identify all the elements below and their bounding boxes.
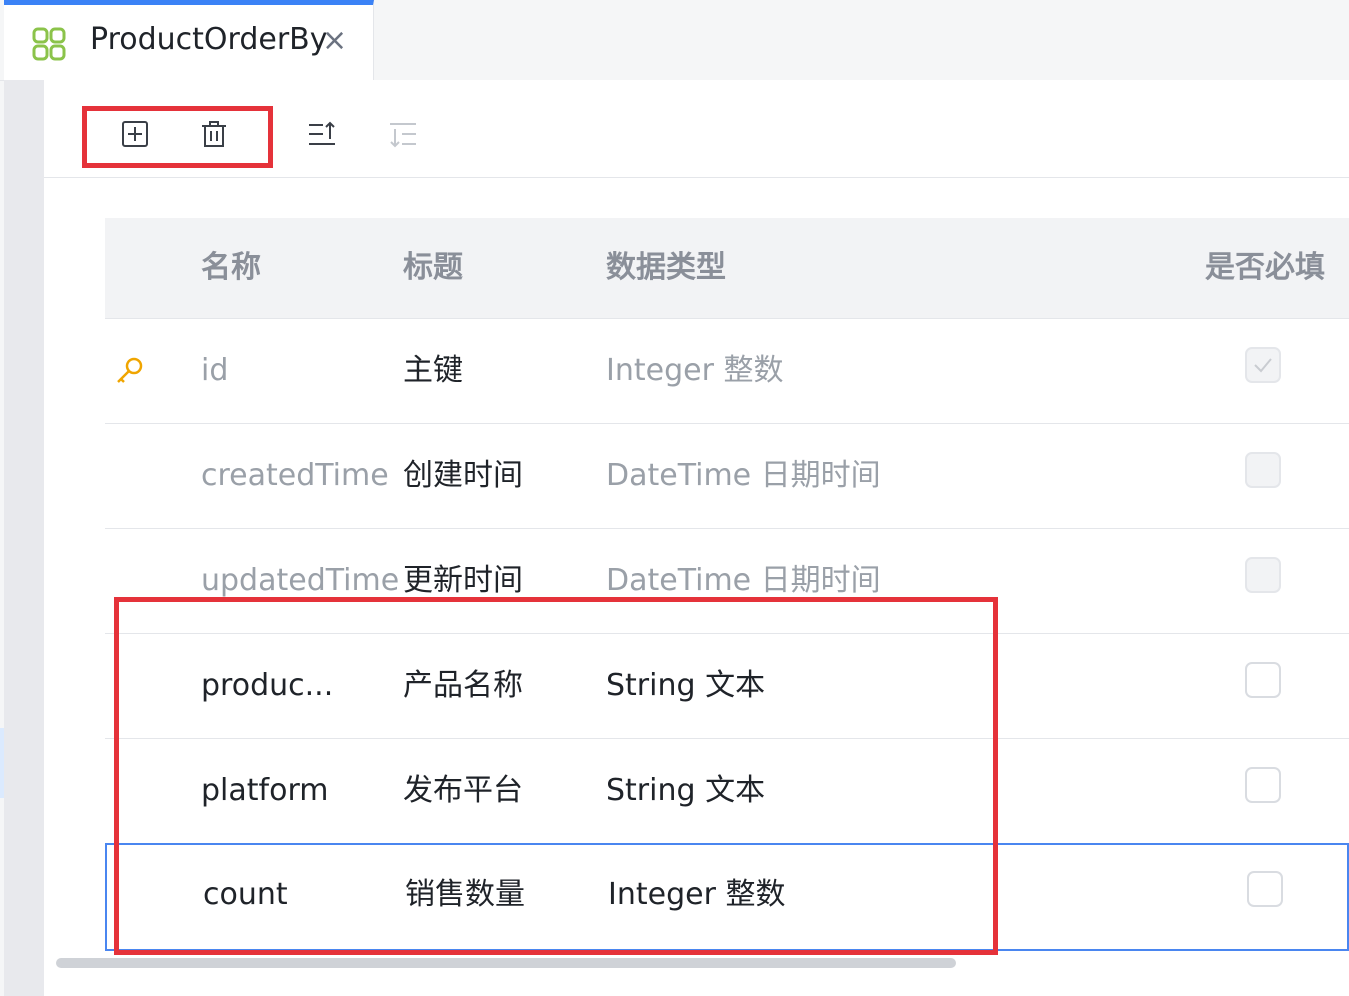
field-name: produc... — [201, 668, 334, 703]
fields-panel: 名称 标题 数据类型 是否必填 id 主键 Integer 整数 created… — [44, 80, 1349, 996]
table-row-selected[interactable]: count 销售数量 Integer 整数 — [105, 843, 1349, 951]
required-checkbox[interactable] — [1245, 452, 1281, 488]
field-title: 主键 — [403, 353, 463, 388]
field-type: DateTime 日期时间 — [606, 563, 881, 598]
toolbar — [44, 80, 1349, 178]
field-title: 产品名称 — [403, 668, 523, 703]
gutter-accent — [0, 728, 4, 798]
app-grid-icon — [32, 27, 66, 61]
tab-productorderby[interactable]: ProductOrderBy × — [4, 0, 374, 80]
table-row[interactable]: createdTime 创建时间 DateTime 日期时间 — [105, 423, 1349, 528]
field-type: String 文本 — [606, 668, 766, 703]
required-checkbox[interactable] — [1245, 557, 1281, 593]
left-gutter — [4, 80, 44, 996]
required-checkbox[interactable] — [1245, 347, 1281, 383]
field-type: Integer 整数 — [608, 877, 786, 912]
move-up-button[interactable] — [304, 116, 340, 152]
table-header: 名称 标题 数据类型 是否必填 — [105, 218, 1349, 318]
required-checkbox[interactable] — [1245, 662, 1281, 698]
sort-down-icon — [390, 123, 416, 148]
key-icon — [117, 357, 143, 383]
header-type: 数据类型 — [606, 250, 726, 285]
field-name: id — [201, 353, 229, 388]
table-row[interactable]: id 主键 Integer 整数 — [105, 318, 1349, 423]
table-row[interactable]: produc... 产品名称 String 文本 — [105, 633, 1349, 738]
header-required: 是否必填 — [1205, 250, 1325, 285]
horizontal-scrollbar[interactable] — [56, 958, 956, 968]
required-checkbox[interactable] — [1245, 767, 1281, 803]
field-name: count — [203, 877, 288, 912]
required-checkbox[interactable] — [1247, 871, 1283, 907]
field-title: 创建时间 — [403, 458, 523, 493]
field-title: 发布平台 — [403, 773, 523, 808]
field-type: String 文本 — [606, 773, 766, 808]
field-type: Integer 整数 — [606, 353, 784, 388]
table-row[interactable]: platform 发布平台 String 文本 — [105, 738, 1349, 843]
field-title: 销售数量 — [405, 877, 525, 912]
move-down-button[interactable] — [385, 116, 421, 152]
header-name: 名称 — [201, 250, 261, 285]
sort-up-icon — [309, 121, 335, 145]
table-row[interactable]: updatedTime 更新时间 DateTime 日期时间 — [105, 528, 1349, 633]
trash-icon — [202, 121, 226, 147]
tab-bar: ProductOrderBy × — [0, 0, 1349, 81]
header-title: 标题 — [403, 250, 463, 285]
check-icon — [1254, 358, 1272, 373]
plus-square-icon — [122, 121, 148, 147]
delete-field-button[interactable] — [196, 116, 232, 152]
field-name: createdTime — [201, 458, 389, 493]
field-name: updatedTime — [201, 563, 400, 598]
field-title: 更新时间 — [403, 563, 523, 598]
close-icon[interactable]: × — [322, 22, 347, 60]
field-type: DateTime 日期时间 — [606, 458, 881, 493]
field-name: platform — [201, 773, 329, 808]
add-field-button[interactable] — [117, 116, 153, 152]
tab-title: ProductOrderBy — [90, 22, 328, 57]
fields-table: 名称 标题 数据类型 是否必填 id 主键 Integer 整数 created… — [105, 218, 1349, 951]
